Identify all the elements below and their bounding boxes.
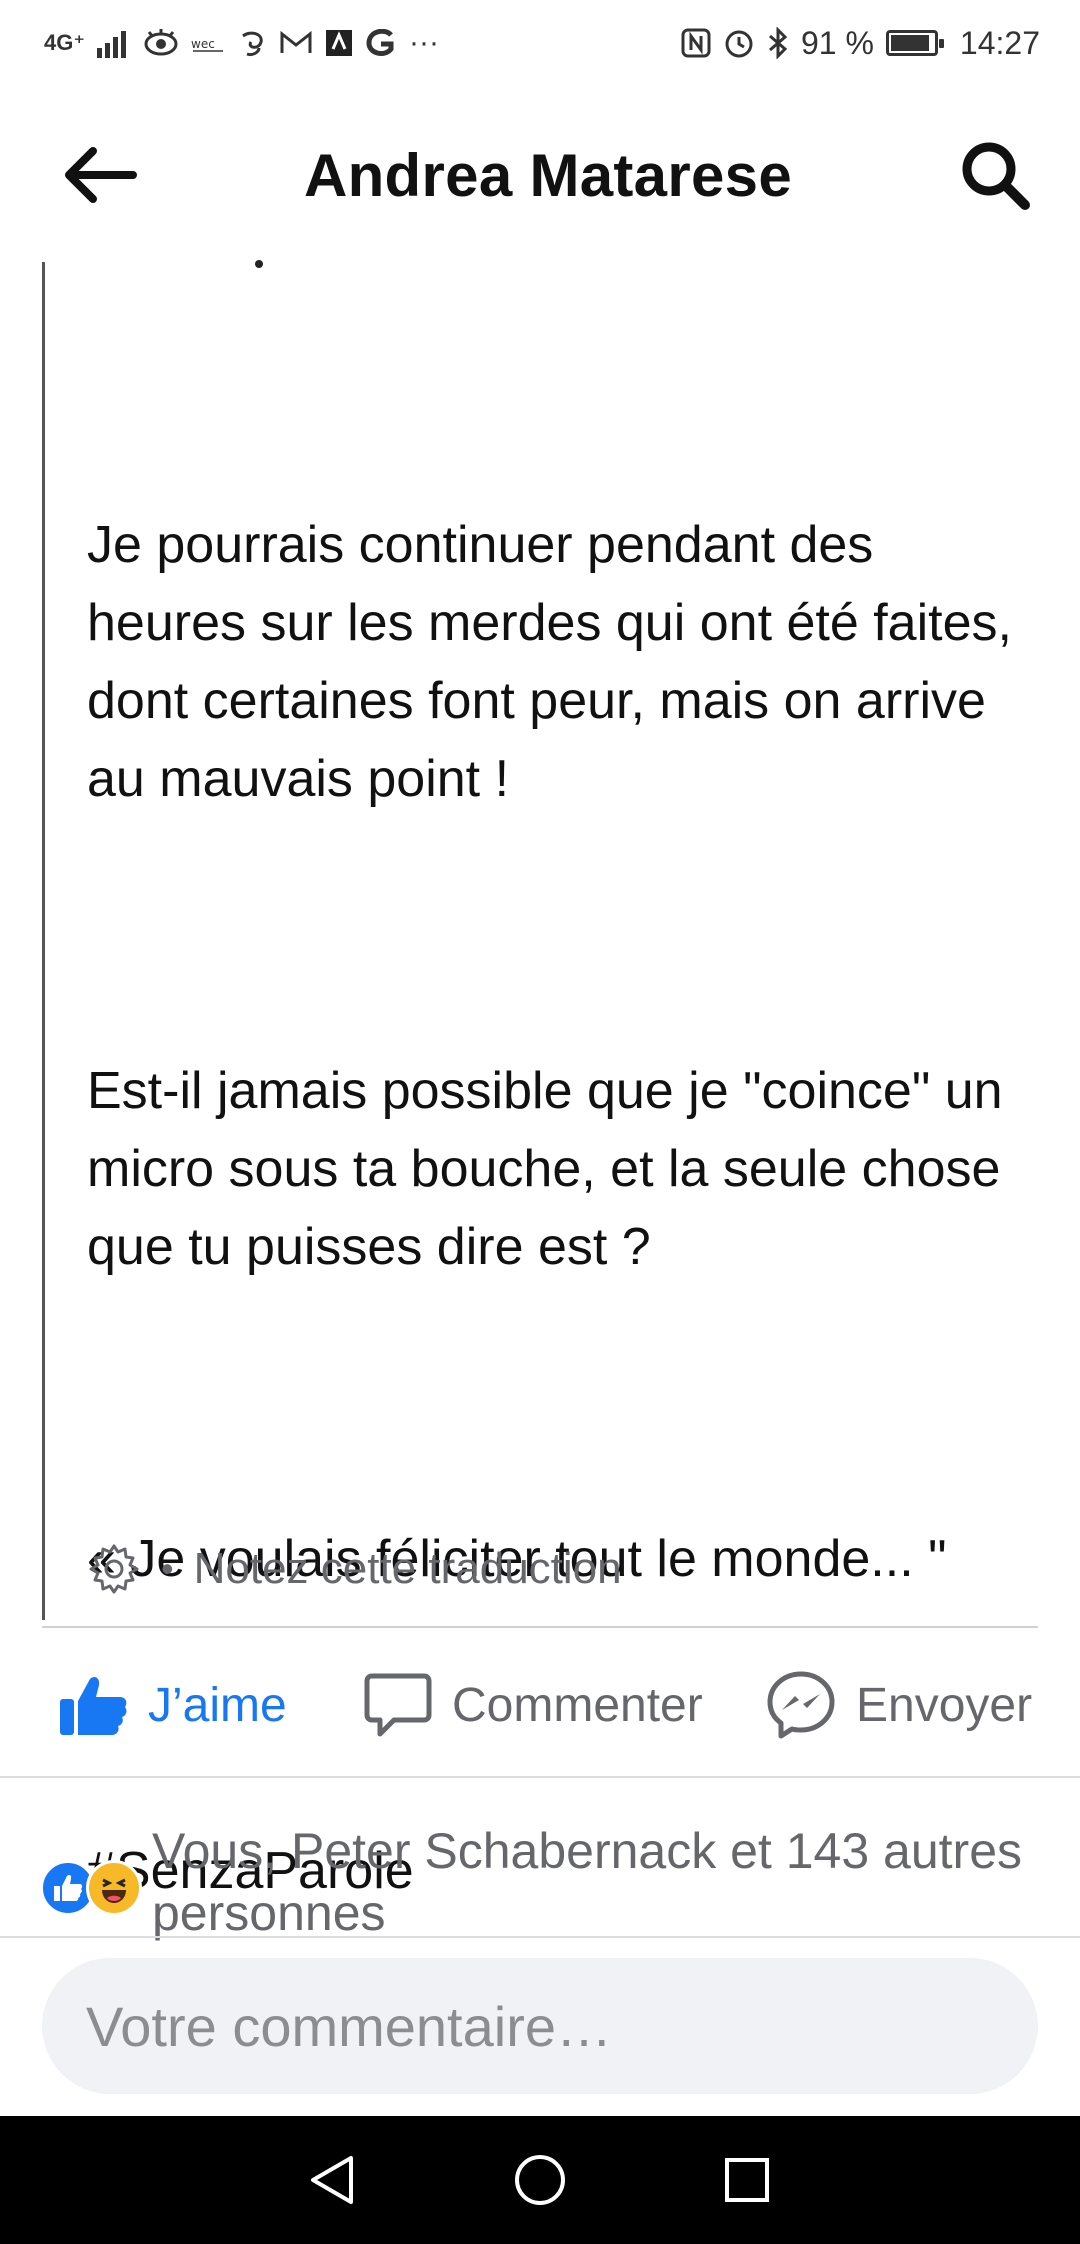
nav-back-icon bbox=[311, 2156, 354, 2204]
divider bbox=[42, 1626, 1038, 1628]
nav-home-button[interactable] bbox=[500, 2140, 580, 2220]
search-icon bbox=[962, 142, 1030, 210]
like-label: J’aime bbox=[148, 1678, 287, 1732]
divider bbox=[0, 1776, 1080, 1778]
bluetooth-icon bbox=[769, 27, 788, 59]
search-button[interactable] bbox=[950, 130, 1040, 220]
translation-rating-row: • Notez cette traduction bbox=[87, 1542, 622, 1596]
page-title: Andrea Matarese bbox=[303, 141, 793, 209]
like-button[interactable]: J’aime bbox=[58, 1673, 287, 1737]
alarm-icon bbox=[725, 30, 753, 58]
reaction-icons bbox=[40, 1860, 142, 1920]
send-button[interactable]: Envoyer bbox=[766, 1670, 1032, 1740]
reactions-summary[interactable]: Vous, Peter Schabernack et 143 autres pe… bbox=[40, 1820, 1040, 1941]
rate-translation-link[interactable]: Notez cette traduction bbox=[194, 1544, 622, 1594]
thumbs-up-icon bbox=[60, 1677, 127, 1735]
g-icon bbox=[366, 29, 394, 57]
post-text: Je pourrais continuer pendant des heures… bbox=[87, 350, 1027, 2066]
reactions-text: Vous, Peter Schabernack et 143 autres pe… bbox=[152, 1823, 1022, 1941]
post-paragraph: Je pourrais continuer pendant des heures… bbox=[87, 516, 1027, 808]
comment-input[interactable] bbox=[84, 1992, 1038, 2060]
messenger-icon bbox=[767, 1671, 835, 1739]
more-indicator: ··· bbox=[408, 26, 439, 59]
post-paragraph: Est-il jamais possible que je "coince" u… bbox=[87, 1062, 1018, 1276]
comment-label: Commenter bbox=[452, 1678, 703, 1732]
separator-dot: • bbox=[161, 1548, 174, 1589]
status-right: 91 % 14:27 bbox=[681, 25, 1040, 62]
clock: 14:27 bbox=[959, 24, 1040, 61]
post-action-bar: J’aime Commenter Envoyer bbox=[0, 1640, 1080, 1770]
wec-icon: wec bbox=[191, 37, 223, 52]
nav-recents-icon bbox=[724, 2158, 769, 2202]
cut-off-text-fragment bbox=[255, 260, 263, 268]
network-type: 4G⁺ bbox=[44, 30, 85, 55]
comment-button[interactable]: Commenter bbox=[364, 1672, 703, 1738]
comment-input-container[interactable] bbox=[42, 1958, 1038, 2094]
nav-recents-button[interactable] bbox=[707, 2140, 787, 2220]
back-arrow-icon bbox=[65, 147, 137, 203]
battery-icon bbox=[885, 30, 944, 56]
signal-icon bbox=[96, 31, 126, 58]
app-header: Andrea Matarese bbox=[0, 100, 1080, 250]
post-content: Je pourrais continuer pendant des heures… bbox=[42, 260, 1038, 1900]
status-left: 4G⁺ wec ··· bbox=[44, 28, 439, 58]
nfc-icon bbox=[681, 28, 711, 58]
send-label: Envoyer bbox=[856, 1678, 1033, 1732]
nav-home-icon bbox=[514, 2155, 565, 2205]
comment-bubble-icon bbox=[364, 1673, 432, 1737]
svg-text:wec: wec bbox=[191, 37, 215, 51]
gear-icon[interactable] bbox=[87, 1542, 141, 1596]
system-nav-bar bbox=[0, 2116, 1080, 2244]
nav-back-button[interactable] bbox=[293, 2140, 373, 2220]
eye-icon bbox=[144, 29, 178, 56]
back-button[interactable] bbox=[56, 130, 146, 220]
gmail-icon bbox=[280, 30, 312, 53]
app-icon bbox=[325, 30, 352, 56]
swirl-icon bbox=[242, 31, 263, 56]
battery-level-fill bbox=[890, 35, 929, 51]
divider bbox=[0, 1936, 1080, 1938]
status-bar: 4G⁺ wec ··· 91 % 14:27 bbox=[0, 0, 1080, 86]
battery-percent: 91 % bbox=[800, 24, 874, 61]
haha-reaction-icon bbox=[86, 1860, 142, 1916]
